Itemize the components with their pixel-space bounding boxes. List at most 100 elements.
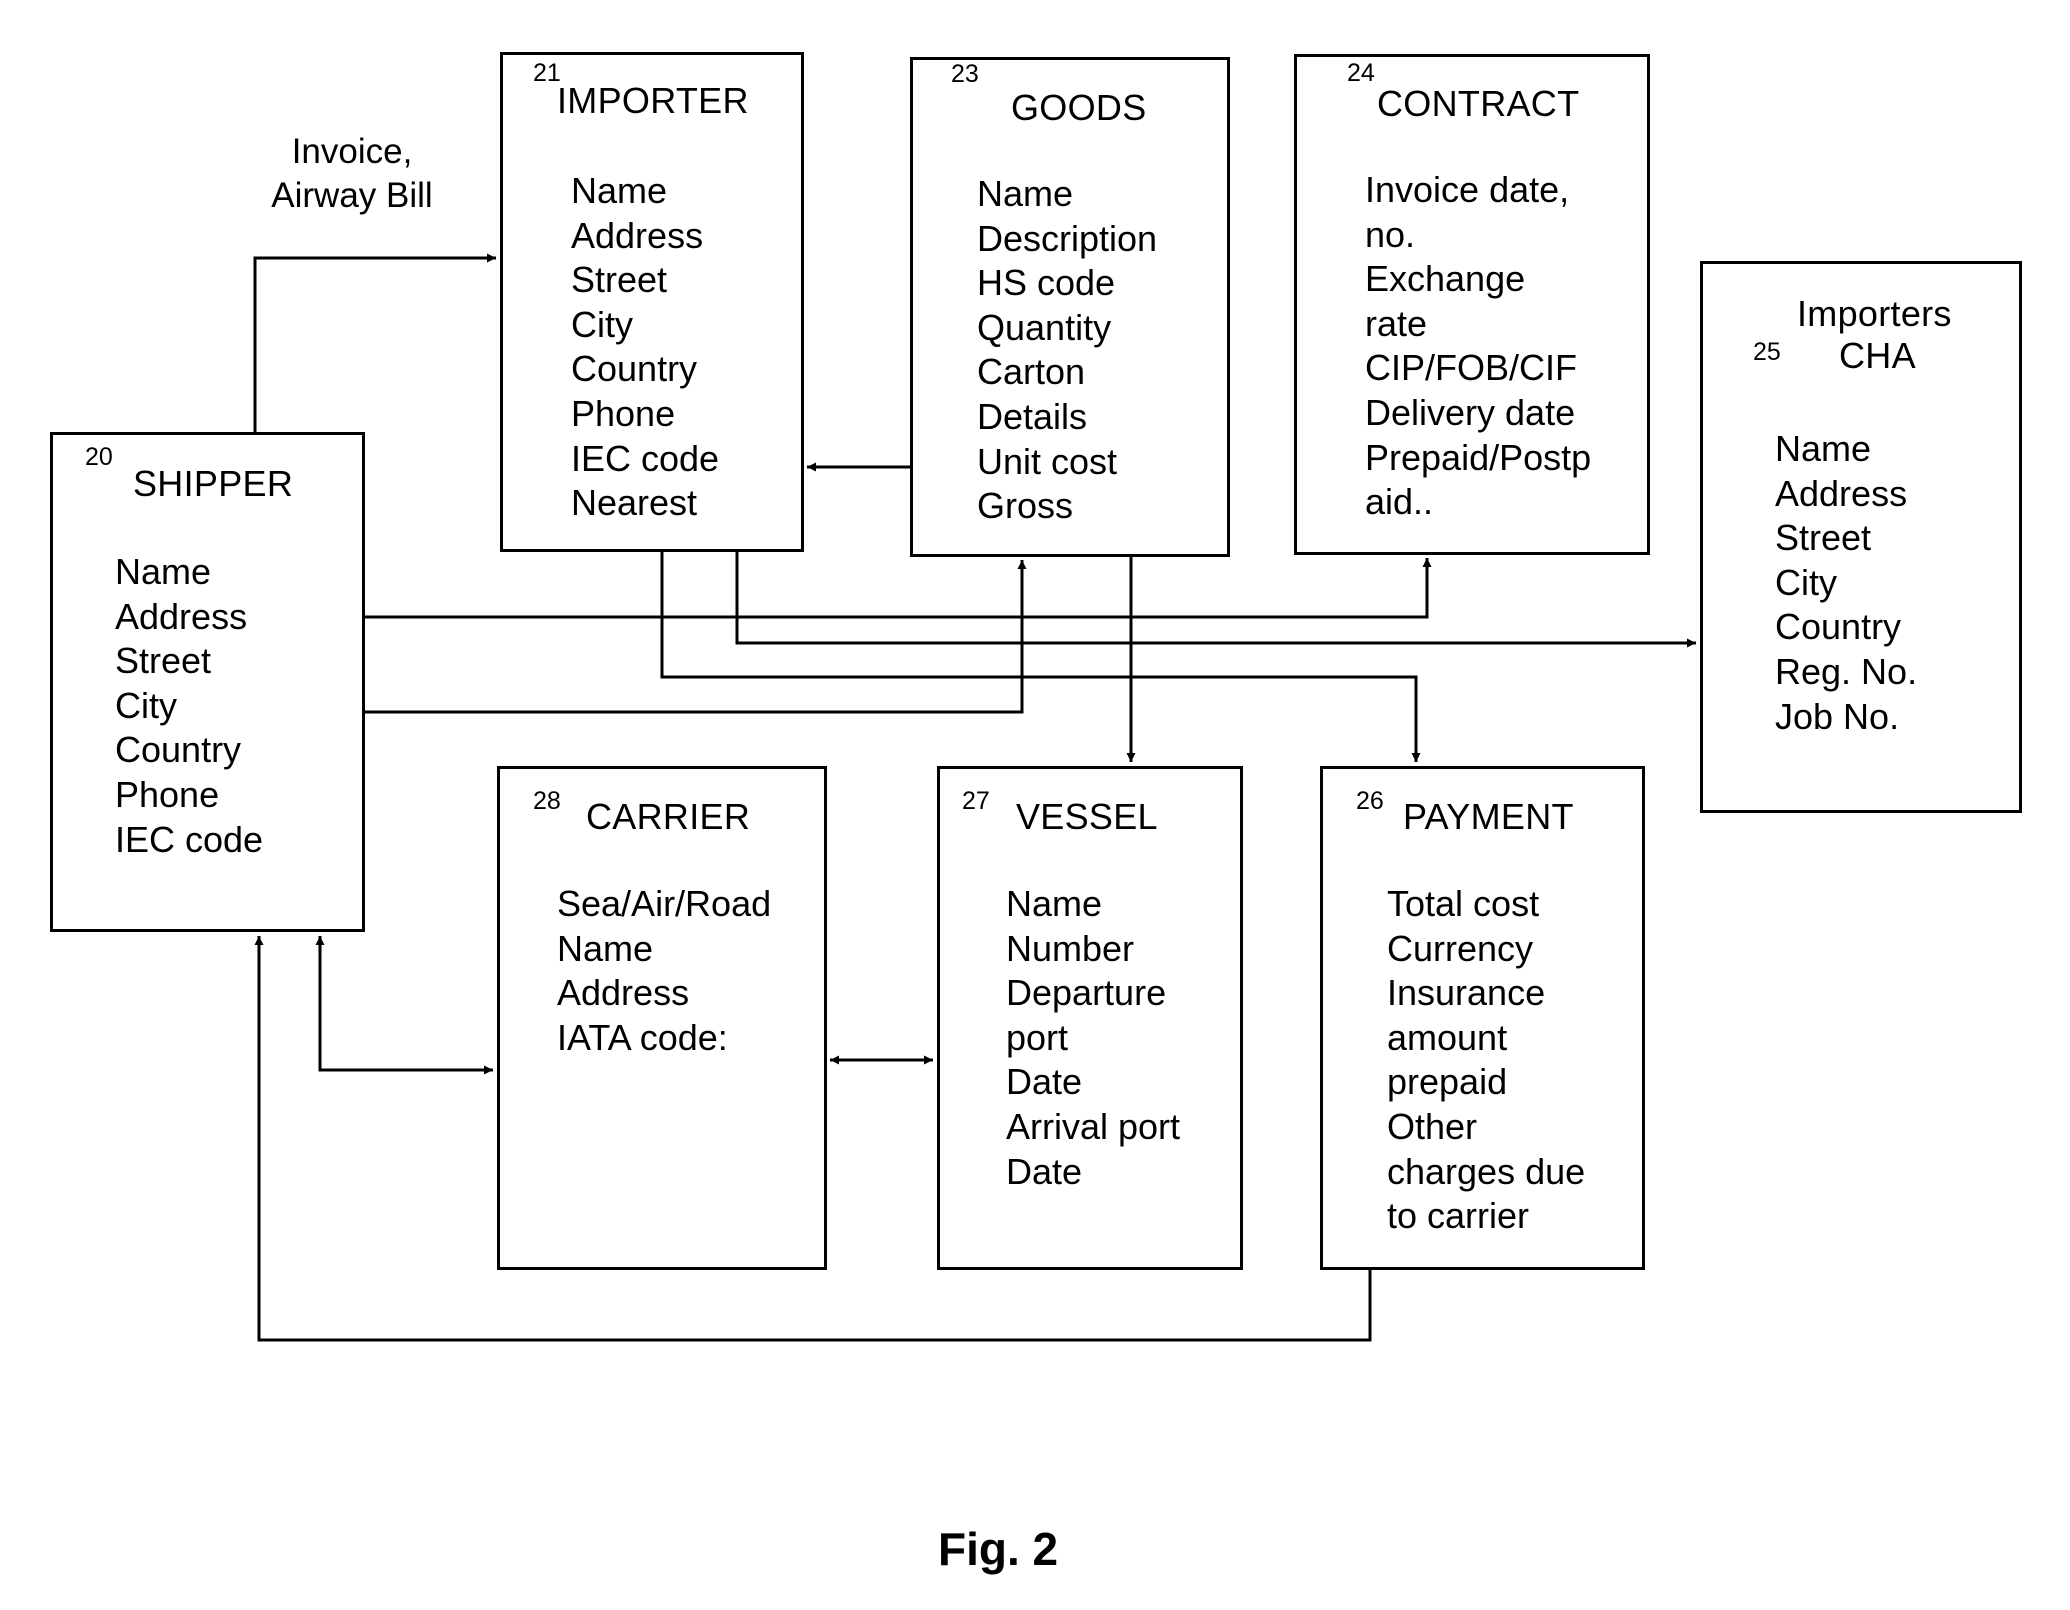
entity-title: CONTRACT	[1377, 83, 1580, 124]
field-item: Date	[1006, 1061, 1083, 1103]
label-line-2: Airway Bill	[271, 176, 433, 215]
field-item: Insurance	[1387, 972, 1546, 1014]
field-item: Invoice date,	[1365, 169, 1570, 210]
field-item: Name	[115, 551, 212, 592]
connector-shipper-importer	[253, 253, 496, 432]
entity-title: GOODS	[1011, 87, 1147, 128]
entity-header: 27 VESSEL	[937, 766, 1243, 851]
field-item: Street	[1775, 517, 1872, 559]
field-item: Departure	[1006, 972, 1167, 1014]
field-item: Name	[1006, 883, 1103, 924]
field-item: Description	[977, 217, 1158, 259]
entity-shipper: 20 SHIPPER Name Address Street City Country P…	[50, 432, 365, 932]
entity-title: IMPORTER	[557, 80, 749, 121]
entity-relationship-diagram: Invoice, Airway Bill 20 SHIPPER Name Addr…	[0, 0, 2070, 1610]
entity-header: 28 CARRIER	[497, 766, 827, 851]
field-item: Job No.	[1775, 695, 1900, 737]
field-item: Name	[1775, 428, 1872, 469]
reference-number: 23	[951, 60, 979, 88]
label-line-1: Invoice,	[291, 132, 413, 171]
field-item: Country	[571, 348, 698, 390]
entity-contract: 24 CONTRACT Invoice date, no. Exchange rate…	[1294, 54, 1650, 555]
reference-number: 27	[962, 787, 990, 815]
field-item: Phone	[115, 773, 220, 815]
reference-number: 26	[1356, 787, 1384, 815]
field-item: prepaid	[1387, 1061, 1508, 1103]
connector-importer-cha	[735, 552, 1696, 648]
entity-title-line-1: Importers	[1797, 293, 1952, 334]
field-item: charges due	[1387, 1150, 1586, 1192]
field-list: Total cost Currency Insurance amount prepaid…	[1387, 882, 1585, 1239]
entity-header: Importers 25 CHA	[1700, 261, 2022, 396]
field-list: Name Number Departure port Date Arrival port D…	[1006, 882, 1180, 1194]
connector-importer-payment	[660, 552, 1421, 762]
field-item: Name	[571, 170, 668, 211]
field-item: Details	[977, 395, 1088, 437]
entity-title: PAYMENT	[1403, 796, 1574, 837]
field-item: Other	[1387, 1105, 1478, 1147]
field-item: Quantity	[977, 306, 1112, 348]
field-list: Sea/Air/Road Name Address IATA code:	[557, 882, 771, 1060]
field-item: Currency	[1387, 927, 1534, 969]
field-item: Name	[977, 173, 1074, 214]
entity-body: Name Number Departure port Date Arrival port D…	[937, 848, 1243, 1270]
entity-header: 21 IMPORTER	[500, 52, 804, 134]
entity-title: VESSEL	[1016, 796, 1158, 837]
entity-header: 20 SHIPPER	[50, 432, 365, 514]
field-item: no.	[1365, 213, 1416, 255]
field-item: IATA code:	[557, 1016, 728, 1058]
entity-goods: 23 GOODS Name Description HS code Quantity C…	[910, 57, 1230, 557]
entity-importer: 21 IMPORTER Name Address Street City Country…	[500, 52, 804, 552]
field-item: Street	[571, 259, 668, 301]
field-item: Delivery date	[1365, 391, 1576, 433]
field-list: Name Description HS code Quantity Carton Deta…	[977, 172, 1157, 529]
field-list: Name Address Street City Country Phone IEC cod…	[115, 550, 263, 862]
entity-body: Name Description HS code Quantity Carton Deta…	[910, 136, 1230, 557]
reference-number: 28	[533, 787, 561, 815]
field-item: City	[115, 684, 177, 726]
field-item: Address	[115, 595, 248, 637]
entity-payment: 26 PAYMENT Total cost Currency Insurance am…	[1320, 766, 1645, 1270]
field-item: rate	[1365, 302, 1428, 344]
entity-body: Name Address Street City Country Reg. No. Job …	[1700, 393, 2022, 813]
entity-body: Sea/Air/Road Name Address IATA code:	[497, 848, 827, 1270]
field-item: IEC code	[115, 818, 264, 860]
field-item: Country	[115, 729, 242, 771]
field-list: Name Address Street City Country Reg. No. Job …	[1775, 427, 1917, 739]
field-item: Country	[1775, 606, 1902, 648]
entity-carrier: 28 CARRIER Sea/Air/Road Name Address IATA c…	[497, 766, 827, 1270]
entity-header: 23 GOODS	[910, 57, 1230, 139]
field-item: Gross	[977, 485, 1074, 527]
field-list: Invoice date, no. Exchange rate CIP/FOB/CIF D…	[1365, 168, 1591, 525]
entity-importers-cha: Importers 25 CHA Name Address Street City Co…	[1700, 261, 2022, 813]
field-item: Prepaid/Postp	[1365, 436, 1592, 478]
connector-shipper-carrier	[315, 936, 493, 1075]
field-item: amount	[1387, 1016, 1508, 1058]
entity-title: SHIPPER	[133, 463, 294, 504]
field-item: Exchange	[1365, 258, 1526, 300]
reference-number: 20	[85, 443, 113, 471]
field-item: Carton	[977, 351, 1086, 393]
entity-vessel: 27 VESSEL Name Number Departure port Date Arr…	[937, 766, 1243, 1270]
field-item: Number	[1006, 927, 1135, 969]
reference-number: 24	[1347, 59, 1375, 87]
field-item: Address	[1775, 472, 1908, 514]
field-item: CIP/FOB/CIF	[1365, 347, 1578, 389]
field-item: Sea/Air/Road	[557, 883, 772, 924]
connector-shipper-contract	[365, 558, 1432, 619]
entity-title-line-2: CHA	[1839, 335, 1916, 376]
field-list: Name Address Street City Country Phone IEC cod…	[571, 169, 719, 526]
field-item: Address	[557, 972, 690, 1014]
reference-number: 25	[1753, 338, 1781, 366]
figure-caption: Fig. 2	[938, 1523, 1059, 1575]
field-item: Date	[1006, 1150, 1083, 1192]
entity-body: Total cost Currency Insurance amount prepaid…	[1320, 848, 1645, 1270]
field-item: port	[1006, 1016, 1069, 1058]
entity-header: 26 PAYMENT	[1320, 766, 1645, 851]
field-item: aid..	[1365, 481, 1434, 523]
field-item: HS code	[977, 262, 1116, 304]
entity-header: 24 CONTRACT	[1294, 54, 1650, 136]
field-item: Arrival port	[1006, 1105, 1181, 1147]
field-item: City	[571, 303, 633, 345]
connector-label-invoice-airway-bill: Invoice, Airway Bill	[262, 130, 442, 218]
